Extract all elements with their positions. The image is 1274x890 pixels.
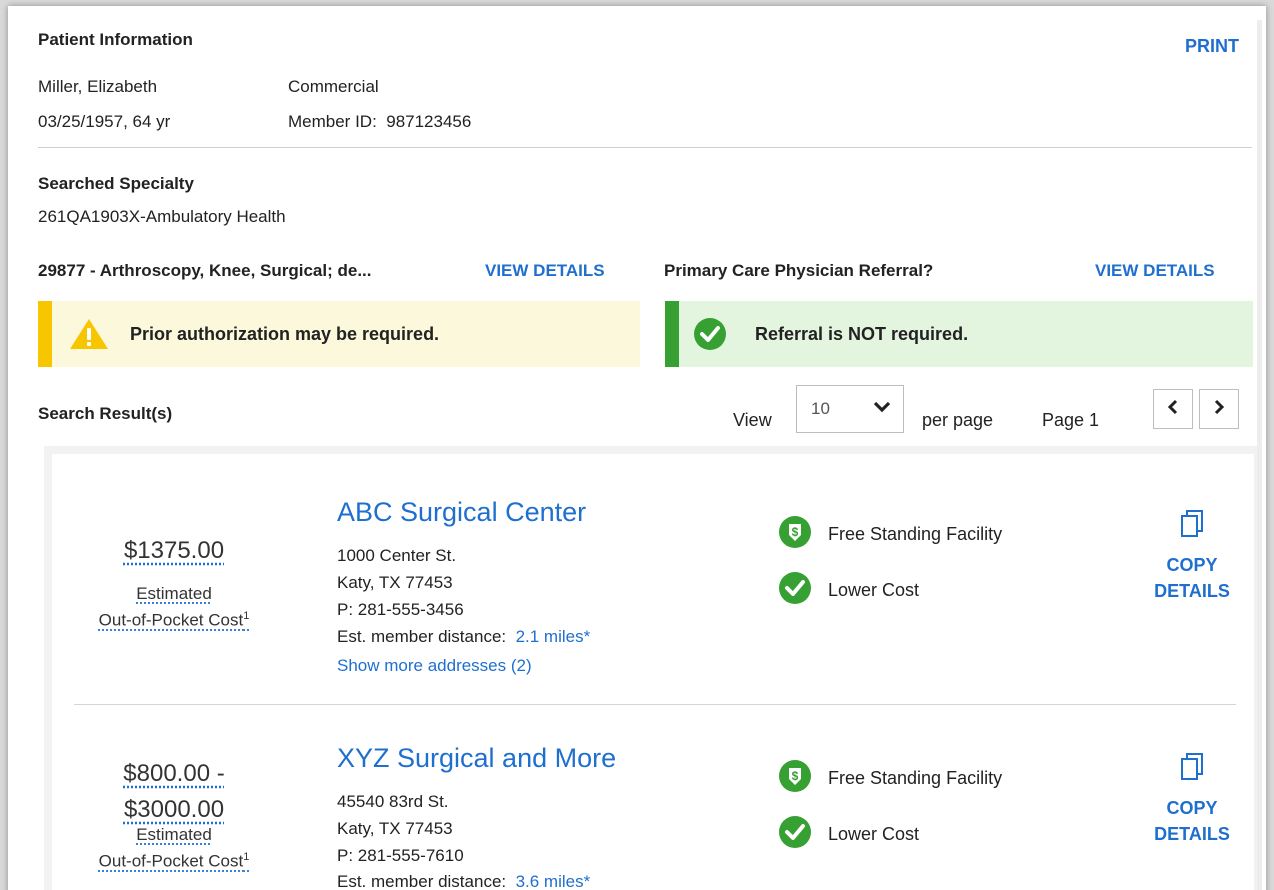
chevron-right-icon <box>1213 399 1225 420</box>
result-2-badge-facility: $ Free Standing Facility <box>778 759 1002 798</box>
copy-label-line1: COPY <box>1166 798 1218 818</box>
procedure-view-details-link[interactable]: VIEW DETAILS <box>485 261 605 281</box>
patient-plan: Commercial <box>288 77 379 96</box>
copy-icon <box>1180 752 1204 787</box>
badge-label: Lower Cost <box>828 580 920 600</box>
result-1-price[interactable]: $1375.00 Estimated Out-of-Pocket Cost1 <box>54 537 294 632</box>
patient-info-heading: Patient Information <box>38 30 193 49</box>
per-page-select[interactable]: 10 <box>796 385 904 433</box>
result-2-facility-name[interactable]: XYZ Surgical and More <box>337 743 616 774</box>
next-page-button[interactable] <box>1199 389 1239 429</box>
cost-label-line2: Out-of-Pocket Cost1 <box>98 610 250 630</box>
price-amount: $1375.00 <box>123 537 225 564</box>
svg-text:$: $ <box>792 525 799 539</box>
page-indicator: Page 1 <box>1042 410 1100 430</box>
result-2-price[interactable]: $800.00 - $3000.00 Estimated Out-of-Pock… <box>54 760 294 873</box>
check-circle-icon <box>778 571 812 610</box>
result-1-distance: Est. member distance: 2.1 miles* <box>337 627 591 646</box>
chevron-down-icon <box>873 400 891 418</box>
prev-page-button[interactable] <box>1153 389 1193 429</box>
chevron-left-icon <box>1167 399 1179 420</box>
result-1-copy-details-button[interactable]: COPY DETAILS <box>1132 509 1252 604</box>
result-1-badge-cost: Lower Cost <box>778 571 919 610</box>
patient-member-id: Member ID: 987123456 <box>288 112 472 131</box>
patient-name: Miller, Elizabeth <box>38 77 158 96</box>
per-page-label: per page <box>922 410 994 430</box>
badge-label: Free Standing Facility <box>828 524 1003 544</box>
search-results-heading: Search Result(s) <box>38 404 173 423</box>
cost-label-line1: Estimated <box>136 584 212 603</box>
copy-label-line2: DETAILS <box>1154 824 1230 844</box>
result-divider <box>74 704 1236 705</box>
distance-value[interactable]: 2.1 miles* <box>516 627 591 646</box>
copy-label-line2: DETAILS <box>1154 581 1230 601</box>
show-more-addresses-link[interactable]: Show more addresses (2) <box>337 656 532 676</box>
print-link[interactable]: PRINT <box>1185 36 1239 57</box>
results-list: $1375.00 Estimated Out-of-Pocket Cost1 A… <box>44 446 1262 890</box>
check-circle-icon <box>693 317 727 351</box>
section-divider <box>38 147 1252 148</box>
badge-label: Lower Cost <box>828 824 920 844</box>
result-2-badge-cost: Lower Cost <box>778 815 919 854</box>
warning-icon <box>68 317 110 351</box>
dollar-down-icon: $ <box>778 515 812 554</box>
results-card: $1375.00 Estimated Out-of-Pocket Cost1 A… <box>52 454 1254 890</box>
result-1-city: Katy, TX 77453 <box>337 573 453 592</box>
procedure-title: 29877 - Arthroscopy, Knee, Surgical; de.… <box>38 261 372 280</box>
cost-label-line1: Estimated <box>136 825 212 844</box>
result-1-badge-facility: $ Free Standing Facility <box>778 515 1002 554</box>
copy-label-line1: COPY <box>1166 555 1218 575</box>
specialty-heading: Searched Specialty <box>38 174 194 193</box>
result-2-distance: Est. member distance: 3.6 miles* <box>337 872 591 890</box>
result-2-phone: P: 281-555-7610 <box>337 846 464 865</box>
price-amount: $800.00 - <box>123 760 225 787</box>
prior-auth-alert: Prior authorization may be required. <box>38 301 640 367</box>
prior-auth-message: Prior authorization may be required. <box>130 323 440 344</box>
check-circle-icon <box>778 815 812 854</box>
cost-label-line2: Out-of-Pocket Cost1 <box>98 851 250 871</box>
badge-label: Free Standing Facility <box>828 768 1003 788</box>
referral-alert: Referral is NOT required. <box>665 301 1253 367</box>
view-label: View <box>733 410 772 430</box>
dollar-down-icon: $ <box>778 759 812 798</box>
result-2-city: Katy, TX 77453 <box>337 819 453 838</box>
result-2-address: 45540 83rd St. <box>337 792 449 811</box>
referral-title: Primary Care Physician Referral? <box>664 261 934 280</box>
copy-icon <box>1180 509 1204 544</box>
result-1-address: 1000 Center St. <box>337 546 457 565</box>
patient-dob-age: 03/25/1957, 64 yr <box>38 112 171 131</box>
result-1-facility-name[interactable]: ABC Surgical Center <box>337 497 586 528</box>
scrollbar[interactable] <box>1257 20 1262 890</box>
referral-message: Referral is NOT required. <box>755 323 969 344</box>
provider-search-panel: Patient Information PRINT Miller, Elizab… <box>8 6 1266 890</box>
result-1-phone: P: 281-555-3456 <box>337 600 464 619</box>
svg-text:$: $ <box>792 769 799 783</box>
price-amount-line2: $3000.00 <box>123 796 225 823</box>
specialty-value: 261QA1903X-Ambulatory Health <box>38 207 286 226</box>
distance-value[interactable]: 3.6 miles* <box>516 872 591 890</box>
result-2-copy-details-button[interactable]: COPY DETAILS <box>1132 752 1252 847</box>
referral-view-details-link[interactable]: VIEW DETAILS <box>1095 261 1215 281</box>
per-page-value: 10 <box>811 399 830 418</box>
